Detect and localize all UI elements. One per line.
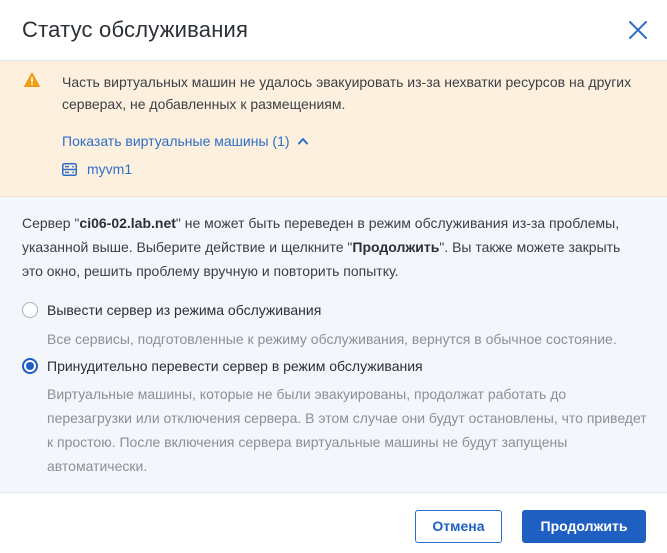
dialog-title: Статус обслуживания (22, 17, 249, 42)
continue-button[interactable]: Продолжить (522, 510, 646, 543)
dialog-header: Статус обслуживания (0, 0, 667, 61)
option-force-maintenance[interactable]: Принудительно перевести сервер в режим о… (22, 356, 423, 376)
server-icon (62, 162, 77, 176)
option-label: Вывести сервер из режима обслуживания (47, 302, 322, 318)
description-text: Сервер "ci06-02.lab.net" не может быть п… (22, 211, 642, 283)
option-hint: Все сервисы, подготовленные к режиму обс… (47, 331, 617, 347)
exit-maintenance-radio[interactable] (22, 302, 38, 318)
maintenance-status-dialog: Статус обслуживания Часть виртуальных ма… (0, 0, 667, 553)
option-exit-maintenance[interactable]: Вывести сервер из режима обслуживания (22, 300, 321, 320)
vm-name: myvm1 (87, 161, 133, 177)
show-vms-toggle[interactable]: Показать виртуальные машины (1) (62, 131, 308, 151)
warning-banner: Часть виртуальных машин не удалось эваку… (0, 61, 667, 197)
force-maintenance-radio[interactable] (22, 358, 38, 374)
vm-list-item[interactable]: myvm1 (62, 160, 132, 178)
warning-triangle-icon (24, 72, 40, 87)
option-label: Принудительно перевести сервер в режим о… (47, 358, 423, 374)
warning-message: Часть виртуальных машин не удалось эваку… (62, 74, 632, 112)
description-action: Продолжить (352, 239, 440, 255)
description-prefix: Сервер " (22, 215, 80, 231)
show-vms-toggle-label: Показать виртуальные машины (1) (62, 133, 290, 149)
server-name: ci06-02.lab.net (79, 215, 176, 231)
chevron-up-icon (297, 138, 308, 145)
close-button[interactable] (627, 19, 649, 41)
cancel-button[interactable]: Отмена (415, 510, 502, 543)
dialog-body: Сервер "ci06-02.lab.net" не может быть п… (0, 197, 667, 493)
option-hint: Виртуальные машины, которые не были эвак… (47, 386, 647, 474)
dialog-footer: Отмена Продолжить (0, 493, 667, 553)
close-icon (629, 21, 647, 39)
